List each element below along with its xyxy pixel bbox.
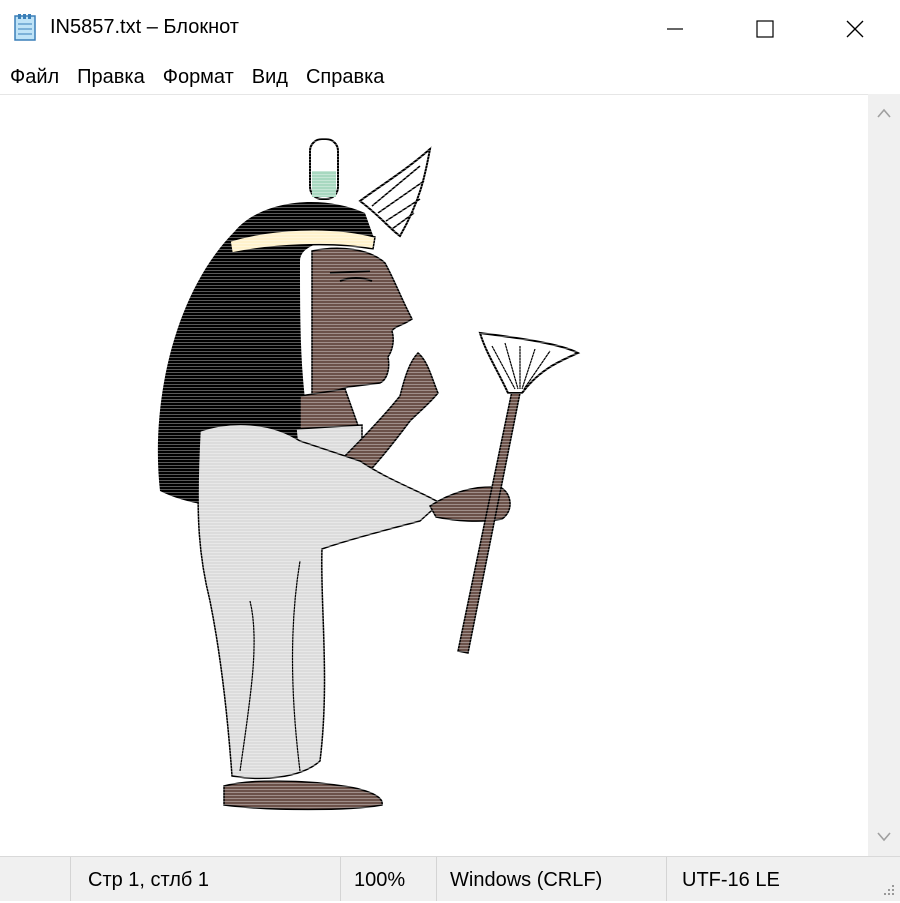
menu-file[interactable]: Файл: [0, 58, 68, 94]
line-endings: Windows (CRLF): [450, 869, 603, 891]
title-bar[interactable]: IN5857.txt – Блокнот: [0, 0, 900, 58]
status-bar: Стр 1, стлб 1 100% Windows (CRLF) UTF-16…: [0, 856, 900, 901]
menu-edit[interactable]: Правка: [68, 58, 154, 94]
status-separator: [70, 857, 71, 901]
notepad-icon: [14, 14, 38, 42]
menu-format[interactable]: Формат: [154, 58, 243, 94]
maximize-icon: [756, 20, 774, 38]
scroll-down-button[interactable]: [868, 822, 900, 852]
minimize-icon: [667, 28, 683, 30]
close-button[interactable]: [810, 0, 900, 58]
status-separator: [666, 857, 667, 901]
status-separator: [436, 857, 437, 901]
resize-grip-icon[interactable]: [880, 881, 896, 897]
menu-view[interactable]: Вид: [243, 58, 297, 94]
chevron-down-icon: [877, 832, 891, 842]
encoding: UTF-16 LE: [682, 869, 780, 891]
menu-help[interactable]: Справка: [297, 58, 393, 94]
maximize-button[interactable]: [720, 0, 810, 58]
window-title: IN5857.txt – Блокнот: [50, 16, 239, 38]
vertical-scrollbar[interactable]: [868, 94, 900, 856]
cursor-position: Стр 1, стлб 1: [88, 869, 210, 891]
status-separator: [340, 857, 341, 901]
chevron-up-icon: [877, 108, 891, 118]
minimize-button[interactable]: [630, 0, 720, 58]
menu-bar: Файл Правка Формат Вид Справка: [0, 58, 900, 94]
close-icon: [846, 20, 864, 38]
text-editor[interactable]: [0, 94, 868, 857]
zoom-level: 100%: [354, 869, 406, 891]
ascii-art-figure: [0, 95, 868, 857]
scroll-up-button[interactable]: [868, 98, 900, 128]
